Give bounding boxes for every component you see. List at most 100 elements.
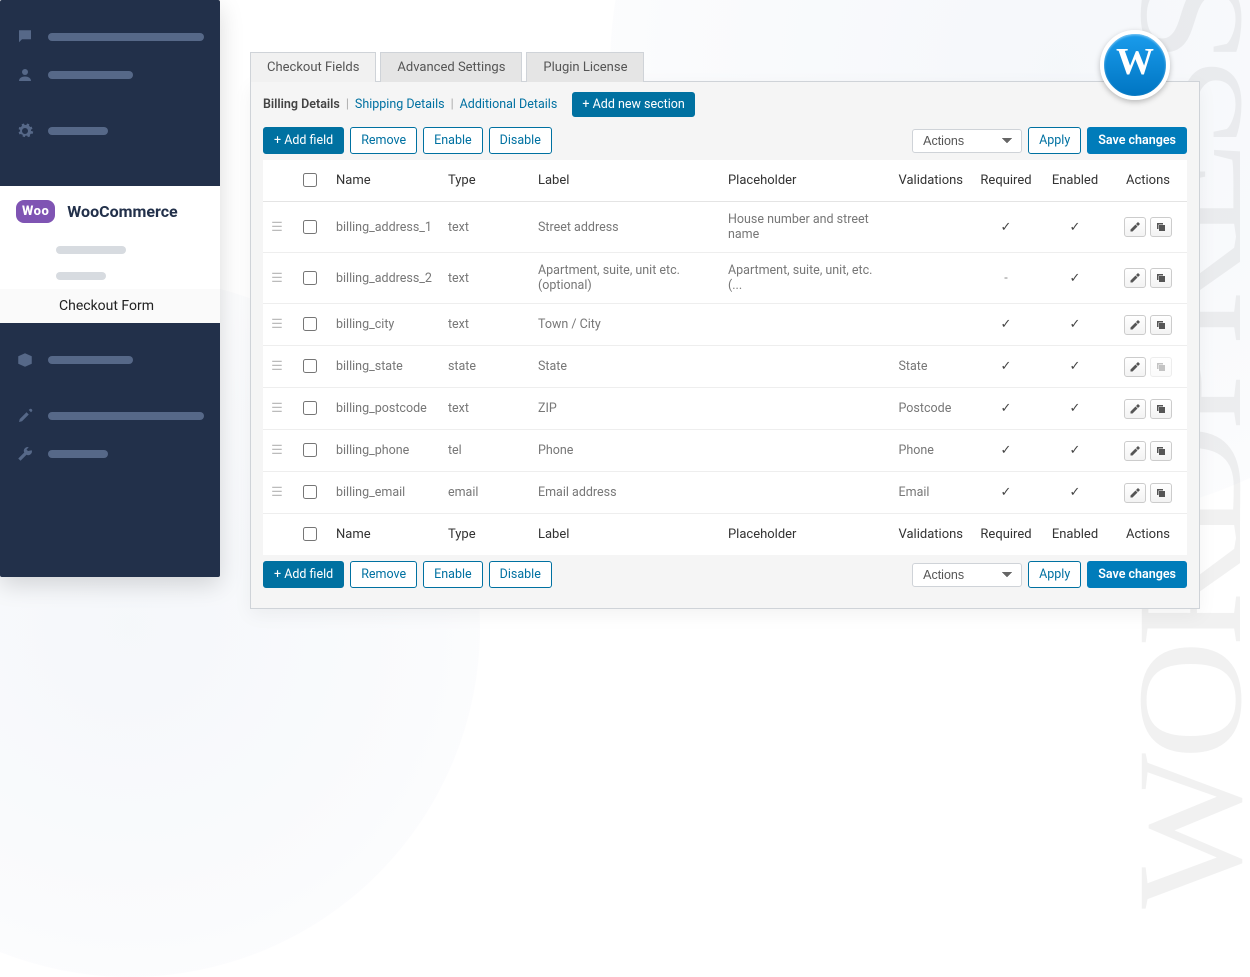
drag-handle-icon[interactable]: ☰	[271, 401, 283, 416]
remove-button[interactable]: Remove	[350, 127, 417, 154]
sidebar-item[interactable]	[0, 397, 220, 435]
fields-table: Name Type Label Placeholder Validations …	[263, 160, 1187, 555]
bulk-actions-select[interactable]: Actions	[912, 129, 1022, 153]
duplicate-button[interactable]	[1150, 483, 1172, 503]
remove-button[interactable]: Remove	[350, 561, 417, 588]
duplicate-button[interactable]	[1150, 315, 1172, 335]
wordpress-logo-badge: W	[1100, 30, 1170, 100]
sidebar-item[interactable]	[0, 341, 220, 379]
table-row: ☰billing_statestateStateState✓✓	[263, 346, 1187, 388]
row-checkbox[interactable]	[303, 271, 317, 285]
drag-handle-icon[interactable]: ☰	[271, 220, 283, 235]
select-all-checkbox[interactable]	[303, 173, 317, 187]
cell-name: billing_city	[328, 304, 440, 346]
table-row: ☰billing_address_2textApartment, suite, …	[263, 253, 1187, 304]
cell-label: Apartment, suite, unit etc. (optional)	[530, 253, 720, 304]
table-row: ☰billing_phonetelPhonePhone✓✓	[263, 430, 1187, 472]
disable-button[interactable]: Disable	[489, 127, 552, 154]
edit-button[interactable]	[1124, 441, 1146, 461]
drag-handle-icon[interactable]: ☰	[271, 271, 283, 286]
cell-validations	[891, 253, 972, 304]
cell-type: text	[440, 388, 530, 430]
drag-handle-icon[interactable]: ☰	[271, 485, 283, 500]
sidebar-item[interactable]	[0, 18, 220, 56]
add-field-button[interactable]: + Add field	[263, 561, 344, 588]
cell-required: ✓	[971, 304, 1041, 346]
row-checkbox[interactable]	[303, 317, 317, 331]
cell-placeholder: Apartment, suite, unit, etc. (...	[720, 253, 891, 304]
cell-enabled: ✓	[1041, 430, 1109, 472]
edit-button[interactable]	[1124, 268, 1146, 288]
enable-button[interactable]: Enable	[423, 127, 483, 154]
tab-checkout-fields[interactable]: Checkout Fields	[250, 52, 376, 82]
add-section-button[interactable]: + Add new section	[572, 92, 694, 117]
col-name: Name	[328, 160, 440, 202]
row-checkbox[interactable]	[303, 359, 317, 373]
duplicate-button[interactable]	[1150, 441, 1172, 461]
sidebar-item[interactable]	[0, 56, 220, 94]
edit-button[interactable]	[1124, 315, 1146, 335]
col-placeholder: Placeholder	[720, 160, 891, 202]
cell-required: ✓	[971, 430, 1041, 472]
sidebar-item-label: WooCommerce	[67, 202, 177, 221]
panel-body: Billing Details | Shipping Details | Add…	[250, 81, 1200, 609]
sidebar-item[interactable]	[0, 435, 220, 473]
sidebar-item-woocommerce[interactable]: Woo WooCommerce	[0, 186, 220, 237]
edit-button[interactable]	[1124, 357, 1146, 377]
bulk-actions-select[interactable]: Actions	[912, 563, 1022, 587]
edit-button[interactable]	[1124, 399, 1146, 419]
row-checkbox[interactable]	[303, 485, 317, 499]
sidebar-subitem-checkout-form[interactable]: Checkout Form	[0, 289, 220, 323]
table-row: ☰billing_emailemailEmail addressEmail✓✓	[263, 472, 1187, 514]
apply-button[interactable]: Apply	[1028, 127, 1081, 154]
check-icon: ✓	[1001, 443, 1012, 458]
cell-type: email	[440, 472, 530, 514]
section-link-shipping[interactable]: Shipping Details	[355, 97, 445, 112]
select-all-checkbox[interactable]	[303, 527, 317, 541]
disable-button[interactable]: Disable	[489, 561, 552, 588]
apply-button[interactable]: Apply	[1028, 561, 1081, 588]
cell-required: ✓	[971, 346, 1041, 388]
cell-type: state	[440, 346, 530, 388]
duplicate-button[interactable]	[1150, 217, 1172, 237]
cell-label: Email address	[530, 472, 720, 514]
cell-enabled: ✓	[1041, 472, 1109, 514]
drag-handle-icon[interactable]: ☰	[271, 359, 283, 374]
toolbar-top: + Add field Remove Enable Disable Action…	[263, 127, 1187, 154]
enable-button[interactable]: Enable	[423, 561, 483, 588]
cell-name: billing_phone	[328, 430, 440, 472]
duplicate-button[interactable]	[1150, 399, 1172, 419]
row-checkbox[interactable]	[303, 401, 317, 415]
save-changes-button[interactable]: Save changes	[1087, 561, 1187, 588]
check-icon: ✓	[1070, 401, 1081, 416]
check-icon: ✓	[1070, 271, 1081, 286]
add-field-button[interactable]: + Add field	[263, 127, 344, 154]
tab-advanced-settings[interactable]: Advanced Settings	[380, 52, 522, 82]
sidebar-subitem[interactable]	[0, 263, 220, 289]
cell-name: billing_postcode	[328, 388, 440, 430]
check-icon: ✓	[1001, 485, 1012, 500]
cell-placeholder	[720, 388, 891, 430]
check-icon: ✓	[1070, 317, 1081, 332]
cell-placeholder: House number and street name	[720, 202, 891, 253]
drag-handle-icon[interactable]: ☰	[271, 443, 283, 458]
row-checkbox[interactable]	[303, 443, 317, 457]
drag-handle-icon[interactable]: ☰	[271, 317, 283, 332]
sidebar-item[interactable]	[0, 112, 220, 150]
save-changes-button[interactable]: Save changes	[1087, 127, 1187, 154]
cell-name: billing_address_2	[328, 253, 440, 304]
edit-button[interactable]	[1124, 483, 1146, 503]
section-link-additional[interactable]: Additional Details	[460, 97, 558, 112]
row-checkbox[interactable]	[303, 220, 317, 234]
table-row: ☰billing_address_1textStreet addressHous…	[263, 202, 1187, 253]
duplicate-button[interactable]	[1150, 268, 1172, 288]
cell-placeholder	[720, 472, 891, 514]
tab-plugin-license[interactable]: Plugin License	[526, 52, 644, 82]
sidebar-subitem[interactable]	[0, 237, 220, 263]
duplicate-button	[1150, 357, 1172, 377]
check-icon: ✓	[1001, 220, 1012, 235]
section-current: Billing Details	[263, 97, 340, 112]
sidebar-submenu: Checkout Form	[0, 237, 220, 323]
cell-type: text	[440, 304, 530, 346]
edit-button[interactable]	[1124, 217, 1146, 237]
